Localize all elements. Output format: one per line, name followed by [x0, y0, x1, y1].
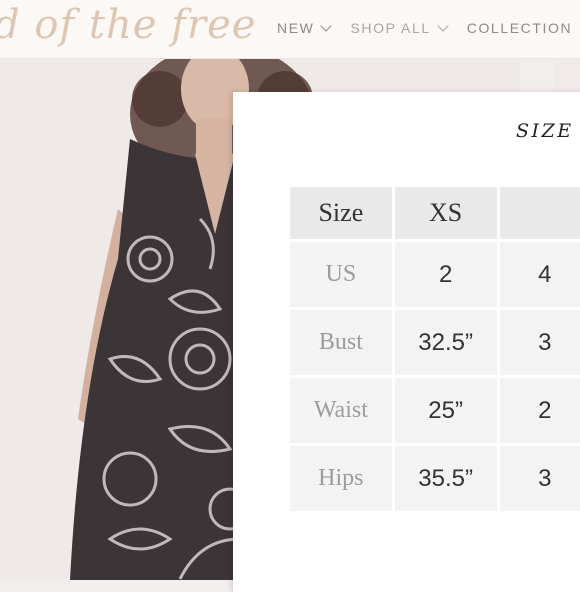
- table-cell: 3: [499, 310, 580, 375]
- chevron-down-icon: [437, 19, 449, 32]
- main-nav: NEW SHOP ALL COLLECTION: [277, 19, 580, 36]
- chevron-down-icon: [320, 19, 333, 32]
- brand-logo[interactable]: d of the free: [0, 2, 256, 48]
- nav-item-label: COLLECTION: [466, 20, 573, 36]
- row-label: US: [290, 242, 392, 307]
- nav-item-collection[interactable]: COLLECTION: [467, 20, 572, 36]
- table-cell: 4: [499, 242, 580, 307]
- modal-title: SIZE: [516, 120, 574, 142]
- table-cell: 25”: [394, 378, 497, 443]
- table-cell: 2: [499, 378, 580, 443]
- table-header-cell: Size: [290, 187, 392, 239]
- table-cell: 2: [394, 242, 497, 307]
- nav-item-new[interactable]: NEW: [277, 19, 333, 36]
- table-cell: 32.5”: [394, 310, 497, 375]
- table-row: Waist 25” 2: [290, 378, 580, 443]
- table-header-cell: [499, 187, 580, 239]
- size-chart-table: Size XS US 2 4 Bust 32.5” 3 Waist 25” 2 …: [287, 184, 580, 514]
- nav-item-shop-all[interactable]: SHOP ALL: [350, 19, 449, 36]
- table-row: US 2 4: [290, 242, 580, 307]
- row-label: Hips: [290, 446, 392, 511]
- table-cell: 35.5”: [394, 446, 497, 511]
- row-label: Bust: [290, 310, 392, 375]
- size-chart-modal: SIZE Size XS US 2 4 Bust 32.5” 3 Waist 2…: [233, 92, 580, 592]
- nav-item-label: SHOP ALL: [350, 20, 431, 36]
- table-header-cell: XS: [394, 187, 497, 239]
- table-row: Hips 35.5” 3: [290, 446, 580, 511]
- table-cell: 3: [499, 446, 580, 511]
- site-header: d of the free NEW SHOP ALL COLLECTION: [0, 0, 580, 59]
- table-row: Bust 32.5” 3: [290, 310, 580, 375]
- nav-item-label: NEW: [277, 20, 315, 36]
- row-label: Waist: [290, 378, 392, 443]
- table-header-row: Size XS: [290, 187, 580, 239]
